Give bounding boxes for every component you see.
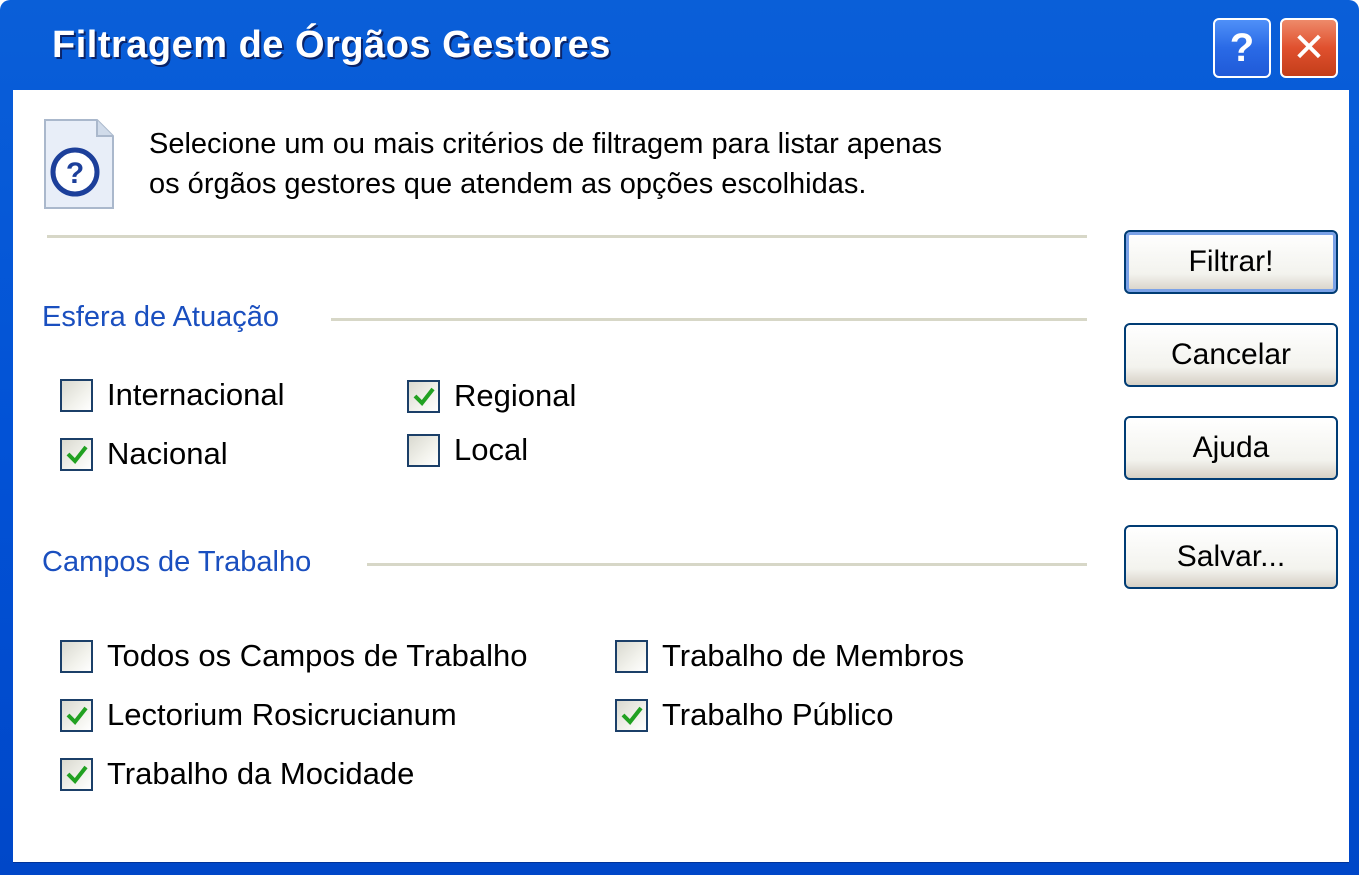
checkbox-regional[interactable]: Regional	[407, 376, 576, 416]
checkbox-label: Todos os Campos de Trabalho	[107, 638, 528, 673]
intro-text: Selecione um ou mais critérios de filtra…	[149, 124, 942, 204]
cancelar-button[interactable]: Cancelar	[1124, 323, 1338, 387]
checkbox-box[interactable]	[60, 757, 93, 791]
checkbox-label: Lectorium Rosicrucianum	[107, 697, 457, 732]
campos-divider	[367, 563, 1087, 566]
help-button[interactable]: ?	[1213, 18, 1271, 78]
checkbox-mocidade[interactable]: Trabalho da Mocidade	[60, 754, 414, 794]
checkmark-icon	[621, 706, 643, 726]
checkbox-label: Local	[454, 432, 529, 467]
checkbox-label: Trabalho de Membros	[662, 638, 965, 673]
checkbox-publico[interactable]: Trabalho Público	[615, 695, 894, 735]
title-bar[interactable]: Filtragem de Órgãos Gestores ? ✕	[0, 0, 1359, 90]
checkbox-box[interactable]	[60, 639, 93, 673]
window-title: Filtragem de Órgãos Gestores	[52, 24, 611, 66]
checkbox-lectorium[interactable]: Lectorium Rosicrucianum	[60, 695, 457, 735]
top-divider	[47, 235, 1087, 238]
checkbox-label: Internacional	[107, 377, 285, 412]
checkmark-icon	[66, 765, 88, 785]
checkbox-internacional[interactable]: Internacional	[60, 375, 285, 415]
checkmark-icon	[413, 387, 435, 407]
checkbox-local[interactable]: Local	[407, 430, 528, 470]
checkbox-todos-campos[interactable]: Todos os Campos de Trabalho	[60, 636, 527, 676]
close-icon: ✕	[1292, 26, 1326, 70]
checkmark-icon	[66, 706, 88, 726]
esfera-divider	[331, 318, 1087, 321]
checkbox-box[interactable]	[615, 639, 648, 673]
checkbox-box[interactable]	[615, 698, 648, 732]
checkbox-box[interactable]	[60, 698, 93, 732]
salvar-button[interactable]: Salvar...	[1124, 525, 1338, 589]
checkbox-label: Regional	[454, 378, 577, 413]
svg-text:?: ?	[66, 157, 84, 190]
checkbox-nacional[interactable]: Nacional	[60, 434, 228, 474]
intro-line-1: Selecione um ou mais critérios de filtra…	[149, 128, 943, 160]
help-document-icon: ?	[44, 119, 114, 209]
ajuda-button[interactable]: Ajuda	[1124, 416, 1338, 480]
checkbox-box[interactable]	[60, 378, 93, 412]
esfera-section-label: Esfera de Atuação	[42, 301, 279, 333]
intro-line-2: os órgãos gestores que atendem as opções…	[149, 168, 867, 200]
checkbox-label: Nacional	[107, 436, 228, 471]
checkbox-box[interactable]	[60, 437, 93, 471]
close-button[interactable]: ✕	[1280, 18, 1338, 78]
dialog-window: Filtragem de Órgãos Gestores ? ✕ ? Selec…	[0, 0, 1359, 875]
filtrar-button[interactable]: Filtrar!	[1124, 230, 1338, 294]
question-icon: ?	[1229, 25, 1255, 70]
checkbox-label: Trabalho Público	[662, 697, 894, 732]
dialog-body: ? Selecione um ou mais critérios de filt…	[13, 90, 1349, 863]
checkbox-box[interactable]	[407, 433, 440, 467]
checkbox-box[interactable]	[407, 379, 440, 413]
checkbox-label: Trabalho da Mocidade	[107, 756, 415, 791]
checkbox-membros[interactable]: Trabalho de Membros	[615, 636, 964, 676]
checkmark-icon	[66, 445, 88, 465]
campos-section-label: Campos de Trabalho	[42, 546, 312, 578]
